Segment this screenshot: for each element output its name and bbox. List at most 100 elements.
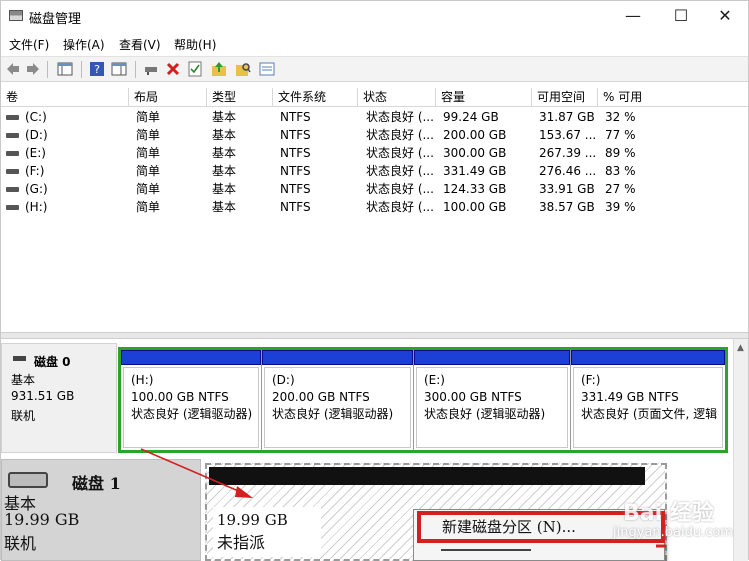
cell-type: 基本 [212, 182, 237, 196]
disk-icon [13, 356, 26, 361]
disk1-status: 联机 [4, 534, 37, 553]
cell-layout: 简单 [136, 200, 161, 214]
partition-letter: (H:) [131, 373, 154, 387]
properties-pane-icon[interactable] [111, 61, 127, 77]
partition-details: (E:) 300.00 GB NTFS 状态良好 (逻辑驱动器) [416, 367, 568, 448]
cell-filesystem: NTFS [280, 146, 311, 160]
cell-status: 状态良好 (... [366, 146, 434, 160]
column-header-layout[interactable]: 布局 [129, 88, 207, 107]
menu-file[interactable]: 文件(F) [9, 36, 49, 53]
up-folder-icon[interactable] [211, 61, 227, 77]
partition-status: 状态良好 (逻辑驱动器) [131, 407, 253, 421]
partition-h[interactable]: (H:) 100.00 GB NTFS 状态良好 (逻辑驱动器) [121, 350, 262, 450]
help-icon[interactable]: ? [89, 61, 105, 77]
scroll-up-arrow-icon[interactable]: ▲ [737, 343, 744, 353]
disk1-name: 磁盘 1 [72, 474, 121, 493]
search-folder-icon[interactable] [235, 61, 251, 77]
cell-type: 基本 [212, 110, 237, 124]
cell-status: 状态良好 (... [366, 182, 434, 196]
column-header-type[interactable]: 类型 [207, 88, 273, 107]
menu-action[interactable]: 操作(A) [63, 36, 105, 53]
cell-filesystem: NTFS [280, 182, 311, 196]
pane-splitter[interactable] [1, 332, 748, 339]
partition-color-bar [262, 350, 413, 365]
drive-icon [6, 133, 19, 138]
cell-free-space: 267.39 ... [539, 146, 597, 160]
partition-color-bar [121, 350, 261, 365]
cell-free-space: 276.46 ... [539, 164, 597, 178]
disk0-status: 联机 [11, 409, 36, 423]
partition-d[interactable]: (D:) 200.00 GB NTFS 状态良好 (逻辑驱动器) [262, 350, 414, 450]
close-button[interactable]: ✕ [702, 1, 748, 31]
table-row[interactable]: (C:) 简单 基本 NTFS 状态良好 (... 99.24 GB 31.87… [1, 108, 748, 126]
cell-percent-free: 32 % [605, 110, 636, 124]
column-header-capacity[interactable]: 容量 [436, 88, 532, 107]
cell-capacity: 200.00 GB [443, 128, 507, 142]
cell-filesystem: NTFS [280, 164, 311, 178]
watermark-url: jingyan.baidu.com [613, 525, 733, 540]
menu-bar: 文件(F) 操作(A) 查看(V) 帮助(H) [1, 32, 748, 54]
cell-status: 状态良好 (... [366, 128, 434, 142]
settings-panel-icon[interactable] [259, 61, 275, 77]
column-header-free-space[interactable]: 可用空间 [532, 88, 598, 107]
window-title: 磁盘管理 [29, 12, 82, 27]
volume-table-header: 卷 布局 类型 文件系统 状态 容量 可用空间 % 可用 [1, 88, 748, 107]
disk0-size: 931.51 GB [11, 389, 75, 403]
cell-volume: (D:) [25, 128, 48, 142]
checklist-icon[interactable] [187, 61, 203, 77]
connect-drive-icon[interactable] [143, 61, 159, 77]
table-row[interactable]: (F:) 简单 基本 NTFS 状态良好 (... 331.49 GB 276.… [1, 162, 748, 180]
toolbar: ? [1, 56, 748, 82]
forward-arrow-icon[interactable] [25, 61, 41, 77]
column-header-status[interactable]: 状态 [358, 88, 436, 107]
cell-type: 基本 [212, 128, 237, 142]
disk0-name: 磁盘 0 [34, 355, 71, 369]
console-tree-icon[interactable] [57, 61, 73, 77]
drive-icon [6, 169, 19, 174]
disk-icon [8, 472, 48, 488]
delete-icon[interactable] [165, 61, 181, 77]
menu-view[interactable]: 查看(V) [119, 36, 161, 53]
menu-help[interactable]: 帮助(H) [174, 36, 216, 53]
drive-icon [6, 115, 19, 120]
cell-capacity: 331.49 GB [443, 164, 507, 178]
table-row[interactable]: (D:) 简单 基本 NTFS 状态良好 (... 200.00 GB 153.… [1, 126, 748, 144]
partition-status: 状态良好 (逻辑驱动器) [272, 407, 394, 421]
disk-management-window: 磁盘管理 — ☐ ✕ 文件(F) 操作(A) 查看(V) 帮助(H) ? 卷 布… [0, 0, 749, 561]
toolbar-separator [135, 61, 136, 78]
cell-layout: 简单 [136, 164, 161, 178]
cell-layout: 简单 [136, 146, 161, 160]
column-header-filesystem[interactable]: 文件系统 [273, 88, 358, 107]
unallocated-info: 19.99 GB 未指派 [213, 507, 321, 557]
maximize-button[interactable]: ☐ [658, 1, 704, 31]
cell-free-space: 31.87 GB [539, 110, 595, 124]
column-header-volume[interactable]: 卷 [1, 88, 129, 107]
drive-icon [6, 151, 19, 156]
partition-status: 状态良好 (页面文件, 逻辑 [581, 407, 718, 421]
disk0-label[interactable]: 磁盘 0 基本 931.51 GB 联机 [1, 343, 117, 453]
back-arrow-icon[interactable] [5, 61, 21, 77]
partition-details: (F:) 331.49 GB NTFS 状态良好 (页面文件, 逻辑 [573, 367, 723, 448]
cell-layout: 简单 [136, 182, 161, 196]
table-row[interactable]: (E:) 简单 基本 NTFS 状态良好 (... 300.00 GB 267.… [1, 144, 748, 162]
cell-capacity: 99.24 GB [443, 110, 499, 124]
disk0-type: 基本 [11, 373, 36, 387]
disk-management-app-icon [9, 10, 23, 21]
table-row[interactable]: (H:) 简单 基本 NTFS 状态良好 (... 100.00 GB 38.5… [1, 198, 748, 216]
table-row[interactable]: (G:) 简单 基本 NTFS 状态良好 (... 124.33 GB 33.9… [1, 180, 748, 198]
partition-size: 100.00 GB NTFS [131, 390, 229, 404]
cell-free-space: 153.67 ... [539, 128, 597, 142]
unallocated-size: 19.99 GB [217, 511, 288, 529]
partition-color-bar [414, 350, 570, 365]
cell-filesystem: NTFS [280, 128, 311, 142]
cell-percent-free: 77 % [605, 128, 636, 142]
disk1-size: 19.99 GB [4, 510, 80, 529]
menu-item-next-partial[interactable] [441, 549, 531, 557]
disk1-label[interactable]: 磁盘 1 基本 19.99 GB 联机 [1, 459, 201, 561]
unallocated-color-bar [209, 467, 645, 485]
minimize-button[interactable]: — [610, 1, 656, 31]
partition-e[interactable]: (E:) 300.00 GB NTFS 状态良好 (逻辑驱动器) [414, 350, 571, 450]
partition-f[interactable]: (F:) 331.49 GB NTFS 状态良好 (页面文件, 逻辑 [571, 350, 725, 450]
column-header-percent-free[interactable]: % 可用 [598, 88, 748, 107]
cell-free-space: 33.91 GB [539, 182, 595, 196]
